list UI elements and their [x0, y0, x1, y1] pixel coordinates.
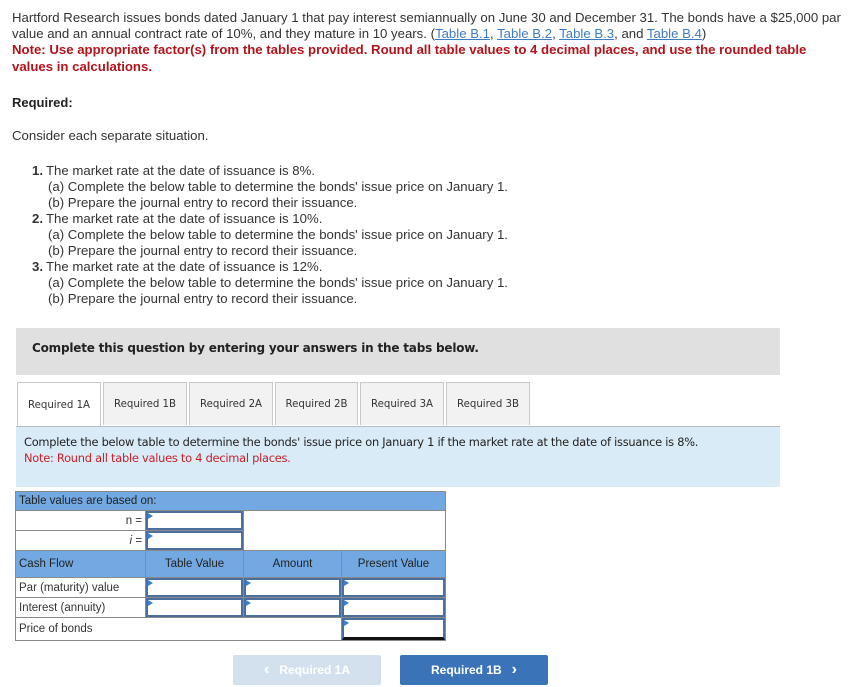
situation-number: 1. [32, 163, 43, 178]
consider-text: Consider each separate situation. [12, 128, 209, 143]
blank-cell [243, 510, 446, 551]
situation-number: 3. [32, 259, 43, 274]
amount-cell [243, 577, 342, 598]
situation-part-b: (b) Prepare the journal entry to record … [48, 291, 358, 306]
price-of-bonds-input[interactable] [342, 618, 445, 640]
situation-3: 3. The market rate at the date of issuanc… [32, 259, 508, 275]
separator: , and [614, 26, 647, 42]
interest-present-value-input[interactable] [342, 598, 445, 617]
total-label: Price of bonds [15, 617, 342, 641]
i-input[interactable] [146, 531, 243, 550]
link-table-b2[interactable]: Table B.2 [497, 26, 552, 41]
col-amount: Amount [243, 550, 342, 578]
present-value-table: Table values are based on: n = i = Cash … [15, 491, 446, 641]
situation-text: The market rate at the date of issuance … [46, 211, 323, 226]
situation-number: 2. [32, 211, 43, 226]
interest-amount-input[interactable] [244, 598, 341, 617]
situation-2: 2. The market rate at the date of issuanc… [32, 211, 508, 227]
par-present-value-input[interactable] [342, 578, 445, 597]
tab-bar: Required 1A Required 1B Required 2A Requ… [17, 382, 532, 427]
tab-panel-instructions: Complete the below table to determine th… [16, 426, 780, 487]
tab-required-3a[interactable]: Required 3A [360, 382, 444, 425]
col-table-value: Table Value [145, 550, 244, 578]
column-header-row: Cash Flow Table Value Amount Present Val… [15, 550, 446, 578]
chevron-right-icon: › [511, 661, 517, 678]
problem-statement: Hartford Research issues bonds dated Jan… [12, 10, 842, 75]
table-row-price-of-bonds: Price of bonds [15, 617, 446, 641]
prev-button-label: Required 1A [279, 663, 350, 677]
problem-note: Note: Use appropriate factor(s) from the… [12, 42, 807, 74]
situation-part-a: (a) Complete the below table to determin… [48, 179, 508, 194]
next-required-1b-button[interactable]: Required 1B › [400, 655, 548, 685]
situation-part-b: (b) Prepare the journal entry to record … [48, 195, 358, 210]
interest-table-value-input[interactable] [146, 598, 243, 617]
situation-part-a: (a) Complete the below table to determin… [48, 227, 508, 242]
based-on-header: Table values are based on: [15, 491, 446, 511]
col-cash-flow: Cash Flow [15, 550, 146, 578]
table-value-cell [145, 597, 244, 618]
tab-required-1b[interactable]: Required 1B [103, 382, 187, 425]
situation-part-a: (a) Complete the below table to determin… [48, 275, 508, 290]
n-row: n = [15, 510, 446, 551]
problem-intro: Hartford Research issues bonds dated Jan… [12, 10, 841, 42]
prev-required-1a-button[interactable]: ‹ Required 1A [233, 655, 381, 685]
next-button-label: Required 1B [430, 663, 502, 677]
situation-part-b: (b) Prepare the journal entry to record … [48, 243, 358, 258]
separator: , [489, 26, 498, 42]
tab-required-3b[interactable]: Required 3B [446, 382, 530, 425]
present-value-cell [341, 577, 446, 598]
i-label: i = [15, 530, 146, 551]
required-heading: Required: [12, 95, 73, 110]
row-label: Interest (annuity) [15, 597, 146, 618]
par-table-value-input[interactable] [146, 578, 243, 597]
n-input[interactable] [146, 511, 243, 530]
situation-text: The market rate at the date of issuance … [46, 163, 316, 178]
present-value-cell [341, 597, 446, 618]
situation-text: The market rate at the date of issuance … [46, 259, 323, 274]
tab-required-2b[interactable]: Required 2B [275, 382, 358, 425]
based-on-header-row: Table values are based on: [15, 491, 446, 511]
link-table-b4[interactable]: Table B.4 [647, 26, 702, 41]
i-cell [145, 530, 244, 551]
amount-cell [243, 597, 342, 618]
table-row-par-value: Par (maturity) value [15, 577, 446, 598]
paren-close: ) [701, 26, 707, 42]
panel-note: Note: Round all table values to 4 decima… [24, 451, 291, 465]
tab-required-2a[interactable]: Required 2A [189, 382, 273, 425]
tab-required-1a[interactable]: Required 1A [17, 382, 101, 427]
row-label: Par (maturity) value [15, 577, 146, 598]
col-present-value: Present Value [341, 550, 446, 578]
par-amount-input[interactable] [244, 578, 341, 597]
situations-list: 1. The market rate at the date of issuanc… [32, 163, 508, 307]
instruction-text: Complete this question by entering your … [32, 341, 479, 355]
n-label: n = [15, 510, 146, 531]
n-cell [145, 510, 244, 531]
link-table-b1[interactable]: Table B.1 [435, 26, 490, 41]
link-table-b3[interactable]: Table B.3 [559, 26, 614, 41]
situation-1: 1. The market rate at the date of issuanc… [32, 163, 508, 179]
panel-instruction: Complete the below table to determine th… [24, 435, 699, 449]
table-value-cell [145, 577, 244, 598]
instruction-box: Complete this question by entering your … [16, 328, 780, 375]
table-row-interest: Interest (annuity) [15, 597, 446, 618]
total-cell [341, 617, 446, 641]
chevron-left-icon: ‹ [263, 661, 270, 678]
